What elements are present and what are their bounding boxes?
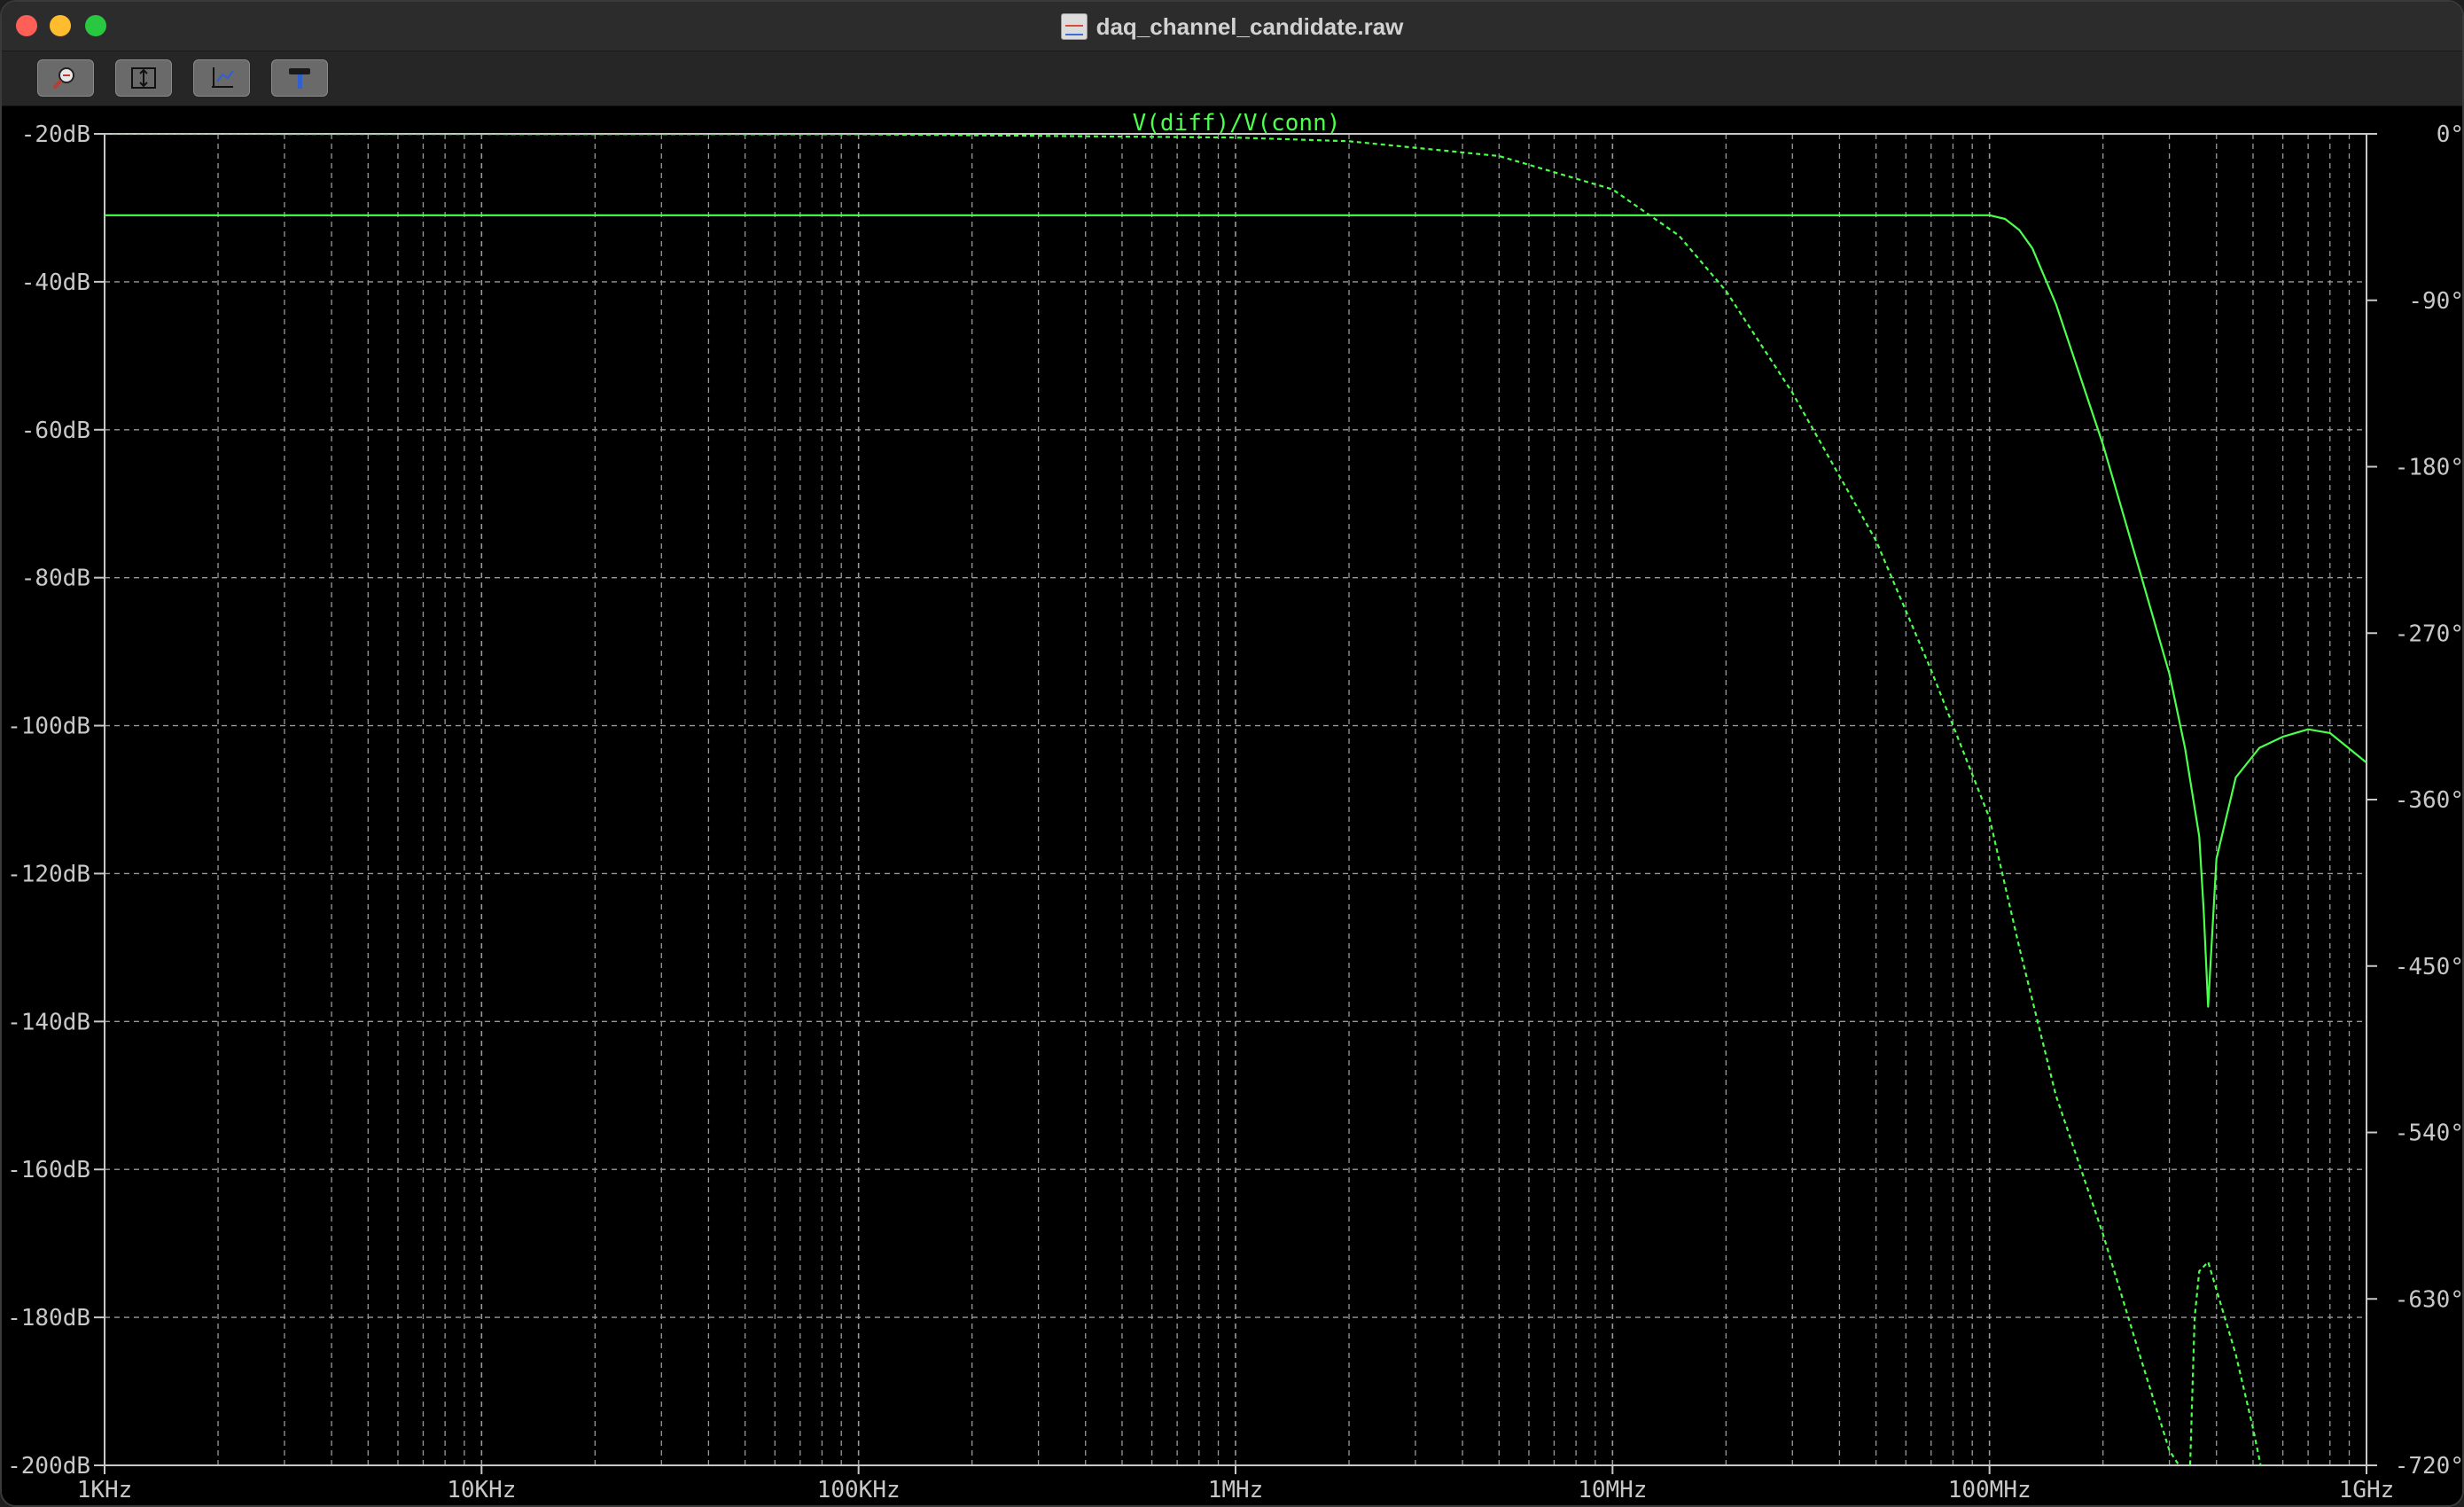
x-tick-label: 10MHz <box>1578 1477 1647 1503</box>
y-tick-label: -140dB <box>7 1009 90 1035</box>
autorange-button[interactable] <box>115 59 172 97</box>
plot-area[interactable]: -20dB -40dB -60dB -80dB -100dB -120dB -140dB -1… <box>2 106 2462 1507</box>
autorange-icon <box>131 67 156 89</box>
y-tick-label: -40dB <box>21 269 90 296</box>
y-tick-label: -20dB <box>21 121 90 148</box>
zoom-button[interactable] <box>37 59 94 97</box>
y-tick-label: -200dB <box>7 1453 90 1480</box>
phase-trace[interactable] <box>105 134 2263 1474</box>
y2-tick-label: -630° <box>2395 1286 2462 1313</box>
app-window: daq_channel_candidate.raw -20dB -40dB -6… <box>0 0 2464 1507</box>
y2-tick-label: -90° <box>2408 288 2462 315</box>
pan-button[interactable] <box>193 59 250 97</box>
y2-tick-label: -450° <box>2395 954 2462 980</box>
x-tick-label: 100MHz <box>1948 1477 2031 1503</box>
toolbar <box>2 51 2462 106</box>
x-tick-label: 10KHz <box>447 1477 516 1503</box>
x-tick-label: 1MHz <box>1208 1477 1264 1503</box>
bode-plot[interactable]: -20dB -40dB -60dB -80dB -100dB -120dB -140dB -1… <box>2 106 2462 1507</box>
grid <box>105 134 2367 1465</box>
x-tick-label: 1GHz <box>2339 1477 2395 1503</box>
window-title: daq_channel_candidate.raw <box>1096 12 1404 40</box>
y2-tick-label: 0° <box>2437 121 2462 148</box>
hammer-icon <box>289 68 310 89</box>
title-bar[interactable]: daq_channel_candidate.raw <box>2 2 2462 51</box>
y2-tick-label: -270° <box>2395 621 2462 647</box>
y2-tick-label: -360° <box>2395 787 2462 814</box>
y-tick-label: -100dB <box>7 714 90 740</box>
tools-button[interactable] <box>271 59 328 97</box>
y-tick-label: -60dB <box>21 418 90 444</box>
y2-tick-label: -180° <box>2395 455 2462 481</box>
axis-ticks: -20dB -40dB -60dB -80dB -100dB -120dB -140dB -1… <box>7 121 2462 1503</box>
y-tick-label: -160dB <box>7 1157 90 1183</box>
title-group: daq_channel_candidate.raw <box>2 11 2462 43</box>
zoom-icon <box>52 67 74 90</box>
traces <box>105 134 2367 1474</box>
trace-label[interactable]: V(diff)/V(conn) <box>1133 110 1341 137</box>
y-tick-label: -80dB <box>21 566 90 592</box>
y-tick-label: -180dB <box>7 1305 90 1331</box>
x-tick-label: 1KHz <box>77 1477 133 1503</box>
x-tick-label: 100KHz <box>817 1477 901 1503</box>
waveform-file-icon <box>1060 13 1088 40</box>
y-tick-label: -120dB <box>7 861 90 887</box>
y2-tick-label: -720° <box>2395 1453 2462 1480</box>
pan-icon <box>212 67 234 88</box>
y2-tick-label: -540° <box>2395 1120 2462 1147</box>
